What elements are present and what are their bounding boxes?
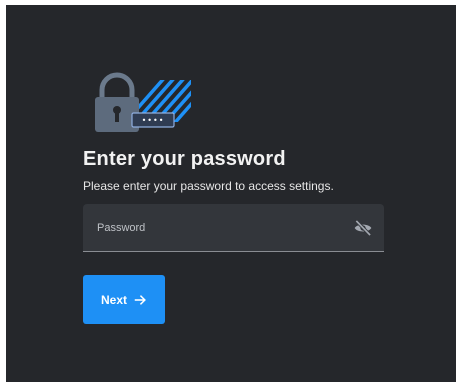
- password-input[interactable]: [83, 204, 343, 251]
- page-title: Enter your password: [83, 148, 286, 170]
- page-subtitle: Please enter your password to access set…: [83, 179, 334, 193]
- lock-illustration: ••••: [95, 72, 191, 132]
- password-dialog: •••• Enter your password Please enter yo…: [6, 5, 456, 382]
- password-dots-badge: ••••: [131, 112, 175, 128]
- next-button[interactable]: Next: [83, 275, 165, 324]
- password-field: [83, 204, 384, 252]
- password-dots: ••••: [142, 116, 165, 125]
- eye-off-icon[interactable]: [352, 218, 374, 238]
- arrow-right-icon: [134, 294, 146, 305]
- next-button-label: Next: [100, 292, 127, 307]
